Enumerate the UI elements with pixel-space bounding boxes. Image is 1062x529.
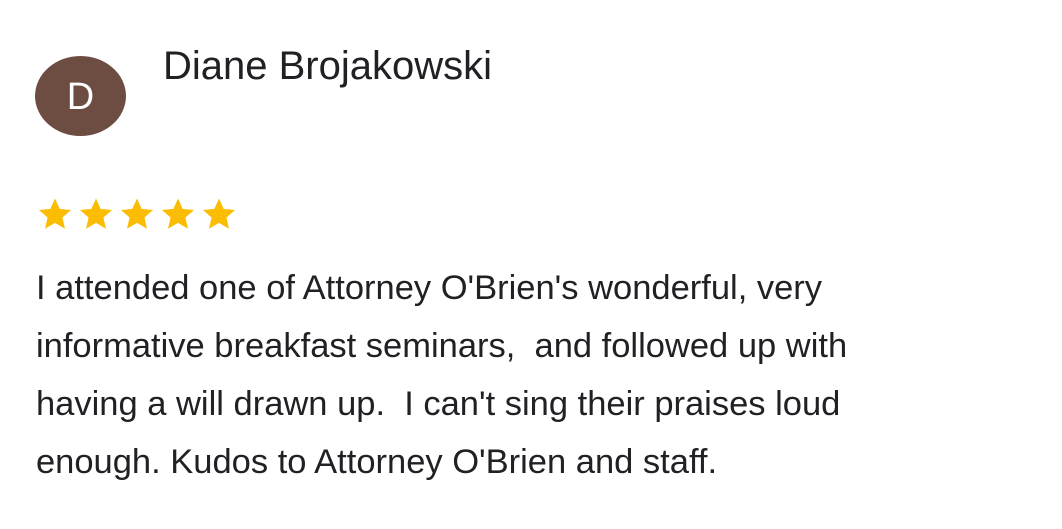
review-card: D Diane Brojakowski I attended one of At… (0, 0, 1062, 529)
review-text-line: enough. Kudos to Attorney O'Brien and st… (36, 443, 718, 481)
star-icon (79, 198, 113, 229)
star-rating (36, 195, 238, 233)
avatar[interactable]: D (35, 56, 126, 136)
reviewer-name[interactable]: Diane Brojakowski (163, 42, 492, 90)
star-icon (120, 198, 154, 229)
review-text: I attended one of Attorney O'Brien's won… (36, 259, 1046, 491)
avatar-initial: D (66, 76, 95, 118)
review-text-line: I attended one of Attorney O'Brien's won… (36, 269, 823, 307)
star-icon (161, 198, 195, 229)
review-text-line: having a will drawn up. I can't sing the… (36, 385, 841, 423)
star-icon (38, 198, 72, 229)
star-icon (202, 198, 236, 229)
review-text-line: informative breakfast seminars, and foll… (36, 327, 848, 365)
